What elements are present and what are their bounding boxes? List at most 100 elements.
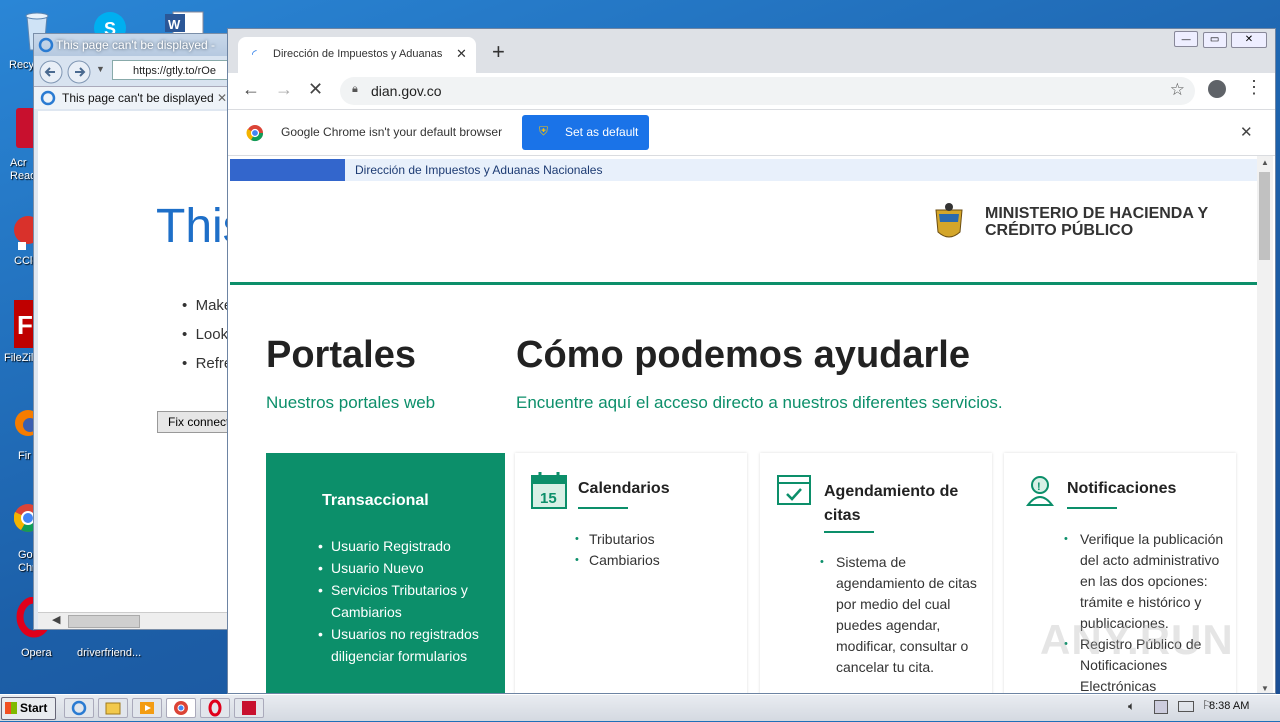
top-strip-text[interactable]: Dirección de Impuestos y Aduanas Naciona…	[355, 163, 602, 177]
taskbar-acrobat-icon[interactable]	[234, 698, 264, 718]
ie-bullet-item: • Refre	[182, 355, 227, 372]
chrome-tabstrip: ◜ Dirección de Impuestos y Aduanas N ✕ +…	[228, 29, 1275, 73]
transaccional-item[interactable]: • Usuario Nuevo	[318, 557, 488, 579]
infobar-message: Google Chrome isn't your default browser	[281, 125, 503, 139]
svg-text:W: W	[168, 17, 181, 32]
ie-tab[interactable]: This page can't be displayed ✕	[34, 86, 227, 109]
ie-bullet-item: • Look	[182, 326, 228, 343]
ayudarle-title: Cómo podemos ayudarle	[516, 334, 970, 376]
stop-icon[interactable]: ✕	[308, 79, 323, 100]
ie-tab-label: This page can't be displayed	[62, 91, 214, 105]
calendarios-underline	[578, 507, 628, 509]
taskbar-opera-icon[interactable]	[200, 698, 230, 718]
taskbar-explorer-icon[interactable]	[98, 698, 128, 718]
calendarios-item[interactable]: • Tributarios	[575, 529, 660, 550]
tab-close-icon[interactable]: ✕	[456, 37, 467, 71]
forward-icon[interactable]: →	[275, 79, 293, 100]
bookmark-star-icon[interactable]: ☆	[1170, 80, 1185, 100]
battery-icon[interactable]	[1178, 701, 1194, 712]
calendarios-item[interactable]: • Cambiarios	[575, 550, 660, 571]
ie-window[interactable]: This page can't be displayed - ▼ https:/…	[33, 33, 228, 630]
notification-bell-icon: !	[1025, 476, 1055, 506]
taskbar-ie-icon[interactable]	[64, 698, 94, 718]
notificaciones-list: • Verifique la publicación del acto admin…	[1064, 529, 1229, 693]
calendarios-title: Calendarios	[578, 480, 670, 497]
window-controls: — ▭ ✕	[1174, 29, 1267, 48]
ie-fix-connection-button[interactable]: Fix connect	[157, 411, 227, 433]
svg-text:!: !	[1037, 481, 1041, 493]
anyrun-watermark: ANY.RUN	[1040, 616, 1234, 663]
ministry-name: MINISTERIO DE HACIENDA Y CRÉDITO PÚBLICO	[985, 205, 1209, 239]
svg-text:F: F	[17, 310, 33, 340]
scroll-thumb[interactable]	[1259, 172, 1270, 260]
ie-bullet: • Make • Look • Refre	[182, 291, 228, 378]
calendarios-card[interactable]: 15 Calendarios • Tributarios • Cambiarios	[515, 453, 747, 693]
loading-spinner-icon: ◜	[252, 47, 257, 61]
lock-icon: 🔒︎	[352, 83, 358, 95]
network-icon[interactable]	[1154, 700, 1168, 714]
set-as-default-label: Set as default	[565, 125, 639, 139]
transaccional-item[interactable]: • Servicios Tributarios y Cambiarios	[318, 579, 488, 623]
omnibox-url[interactable]: dian.gov.co	[371, 83, 442, 99]
top-strip: Dirección de Impuestos y Aduanas Naciona…	[230, 159, 1257, 181]
ie-dropdown-icon[interactable]: ▼	[96, 64, 105, 74]
chrome-tab[interactable]: ◜ Dirección de Impuestos y Aduanas N ✕	[238, 37, 476, 73]
ie-nav-bar: ▼ https://gtly.to/rOe	[34, 56, 227, 86]
transaccional-title: Transaccional	[322, 492, 429, 509]
chrome-vertical-scrollbar[interactable]: ▲ ▼	[1257, 156, 1273, 693]
omnibox[interactable]: 🔒︎ dian.gov.co ☆	[340, 77, 1195, 105]
transaccional-card[interactable]: Transaccional • Usuario Registrado • Usuar…	[266, 453, 505, 693]
ie-tab-close-icon[interactable]: ✕	[217, 87, 227, 109]
back-icon[interactable]: ←	[242, 79, 260, 100]
maximize-icon[interactable]: ▭	[1202, 32, 1227, 48]
calendarios-list: • Tributarios • Cambiarios	[575, 529, 660, 571]
transaccional-list: • Usuario Registrado • Usuario Nuevo • Serv…	[318, 535, 488, 667]
chrome-tab-title: Dirección de Impuestos y Aduanas N	[273, 48, 443, 60]
desktop-label-filezilla: FileZill	[4, 352, 36, 364]
agendamiento-item[interactable]: • Sistema de agendamiento de citas por me…	[820, 552, 985, 678]
scroll-up-icon[interactable]: ▲	[1261, 158, 1269, 167]
chrome-window[interactable]: ◜ Dirección de Impuestos y Aduanas N ✕ +…	[227, 28, 1276, 694]
taskbar-media-player-icon[interactable]	[132, 698, 162, 718]
notificaciones-underline	[1067, 507, 1117, 509]
ie-titlebar[interactable]: This page can't be displayed -	[34, 34, 227, 56]
ie-bullet-item: • Make	[182, 297, 227, 314]
acrobat-label-line: Acr	[10, 157, 27, 169]
minimize-icon[interactable]: —	[1174, 31, 1199, 47]
scroll-down-icon[interactable]: ▼	[1261, 684, 1269, 693]
ie-scroll-thumb[interactable]	[68, 615, 140, 628]
ie-error-heading: This	[156, 200, 227, 253]
infobar-close-icon[interactable]: ✕	[1240, 123, 1253, 141]
notificaciones-title: Notificaciones	[1067, 480, 1177, 497]
clock[interactable]: 8:38 AM	[1209, 700, 1249, 712]
ie-url: https://gtly.to/rOe	[133, 65, 216, 77]
ie-page-body: This • Make • Look • Refre Fix connect	[38, 111, 227, 613]
menu-kebab-icon[interactable]: ⋮	[1245, 77, 1263, 98]
portales-title: Portales	[266, 334, 416, 376]
window-close-icon[interactable]: ✕	[1231, 32, 1267, 48]
profile-icon[interactable]	[1208, 80, 1226, 98]
ie-back-forward-icon[interactable]	[38, 59, 98, 85]
taskbar: Start 🔈︎ ⚐ 8:38 AM	[0, 694, 1280, 721]
volume-icon[interactable]: 🔈︎	[1128, 699, 1135, 714]
ie-horizontal-scrollbar[interactable]: ◀	[38, 612, 227, 629]
desktop-label-recycle: Recy	[9, 59, 35, 71]
calendar-check-icon	[777, 475, 811, 505]
desktop-label-opera: Opera	[21, 647, 52, 659]
desktop-label-firefox: Fir	[18, 450, 31, 462]
scroll-left-icon[interactable]: ◀	[52, 613, 60, 626]
agendamiento-list: • Sistema de agendamiento de citas por me…	[820, 552, 985, 678]
chrome-label-line: Go	[18, 549, 33, 561]
ie-address-bar[interactable]: https://gtly.to/rOe	[112, 60, 227, 80]
new-tab-icon[interactable]: +	[492, 39, 505, 65]
system-tray: 🔈︎ ⚐ 8:38 AM	[1120, 695, 1280, 721]
ie-icon	[38, 37, 54, 53]
taskbar-chrome-icon[interactable]	[166, 698, 196, 718]
set-as-default-button[interactable]: ⛨ Set as default	[522, 115, 649, 150]
start-button[interactable]: Start	[1, 697, 56, 720]
agendamiento-card[interactable]: Agendamiento de citas • Sistema de agenda…	[760, 453, 992, 693]
start-label: Start	[20, 701, 48, 715]
ie-tab-icon	[40, 90, 56, 106]
transaccional-item[interactable]: • Usuario Registrado	[318, 535, 488, 557]
transaccional-item[interactable]: • Usuarios no registrados diligenciar for…	[318, 623, 488, 667]
